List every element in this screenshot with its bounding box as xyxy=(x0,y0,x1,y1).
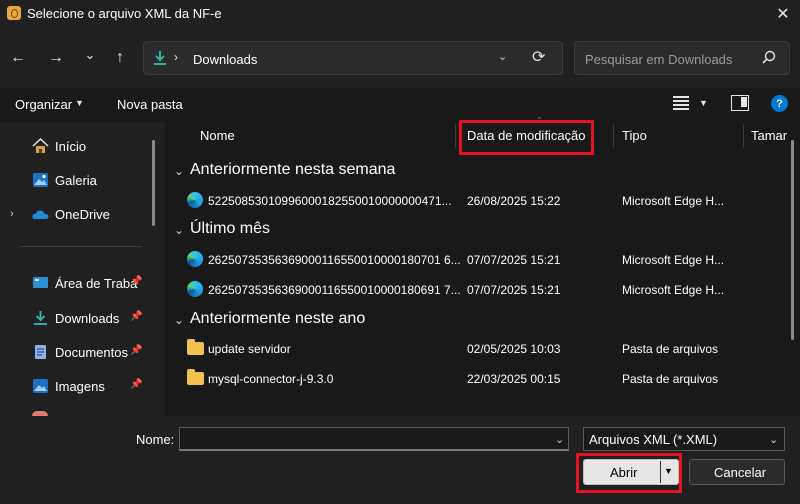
file-list-scrollbar[interactable] xyxy=(791,140,794,340)
file-type: Pasta de arquivos xyxy=(622,342,719,356)
images-icon xyxy=(33,379,48,393)
breadcrumb-chevron-icon: › xyxy=(174,50,178,64)
column-header-size[interactable]: Tamar xyxy=(751,128,787,143)
file-type: Pasta de arquivos xyxy=(622,372,719,386)
sidebar-item-galeria[interactable]: Galeria xyxy=(0,166,150,194)
sidebar-item-label: Início xyxy=(55,139,87,154)
sidebar-item-label: Downloads xyxy=(55,311,120,326)
file-name-input[interactable] xyxy=(179,427,569,451)
edge-icon xyxy=(187,251,203,267)
column-header-type[interactable]: Tipo xyxy=(622,128,647,143)
address-dropdown-icon[interactable]: ⌄ xyxy=(498,50,507,63)
sidebar-divider xyxy=(20,246,142,247)
sidebar-item-downloads[interactable]: Downloads 📌 xyxy=(0,304,150,332)
new-folder-button[interactable]: Nova pasta xyxy=(117,97,183,112)
caret-down-icon[interactable]: ▼ xyxy=(75,98,84,108)
file-date: 02/05/2025 10:03 xyxy=(467,342,561,356)
sidebar-item-label: Documentos xyxy=(55,345,128,360)
search-icon[interactable] xyxy=(762,50,776,64)
file-type: Microsoft Edge H... xyxy=(622,253,725,267)
sidebar-item-label: Imagens xyxy=(55,379,105,394)
file-name: 26250735356369000116550010000180701 6... xyxy=(208,253,461,267)
highlight-box-date-column xyxy=(459,120,594,155)
edge-icon xyxy=(187,192,203,208)
group-header[interactable]: Último mês xyxy=(190,220,270,238)
desktop-icon xyxy=(33,277,48,288)
collapse-chevron-icon[interactable]: ⌄ xyxy=(174,313,184,327)
table-row[interactable]: 26250735356369000116550010000180691 7...… xyxy=(165,275,790,303)
file-date: 07/07/2025 15:21 xyxy=(467,253,561,267)
edge-icon xyxy=(187,281,203,297)
file-name-label: Nome: xyxy=(136,432,175,447)
gallery-icon xyxy=(33,173,48,187)
search-placeholder: Pesquisar em Downloads xyxy=(585,52,733,67)
column-separator[interactable] xyxy=(613,124,614,148)
cloud-icon xyxy=(32,210,49,219)
sidebar-item-onedrive[interactable]: OneDrive xyxy=(0,200,150,228)
sidebar-item-label: Galeria xyxy=(55,173,97,188)
pin-icon[interactable]: 📌 xyxy=(130,345,142,356)
sidebar-item-desktop[interactable]: Área de Traba 📌 xyxy=(0,269,150,297)
sidebar-item-documentos[interactable]: Documentos 📌 xyxy=(0,338,150,366)
file-date: 07/07/2025 15:21 xyxy=(467,283,561,297)
organize-button[interactable]: Organizar xyxy=(15,97,72,112)
highlight-box-open-button xyxy=(576,453,682,493)
documents-icon xyxy=(35,345,46,359)
file-name: 52250853010996000182550010000000471... xyxy=(208,194,452,208)
group-header[interactable]: Anteriormente neste ano xyxy=(190,310,365,328)
breadcrumb-downloads[interactable]: Downloads xyxy=(193,52,257,67)
recent-locations-button[interactable]: ⌄ xyxy=(77,41,103,69)
chevron-down-icon[interactable]: ⌄ xyxy=(555,433,564,446)
file-type: Microsoft Edge H... xyxy=(622,194,725,208)
pin-icon[interactable]: 📌 xyxy=(130,311,142,322)
sidebar-item-imagens[interactable]: Imagens 📌 xyxy=(0,372,150,400)
file-date: 22/03/2025 00:15 xyxy=(467,372,561,386)
home-icon xyxy=(32,138,49,153)
up-button[interactable]: ↑ xyxy=(107,44,133,72)
column-separator[interactable] xyxy=(455,124,456,148)
cancel-button-label[interactable]: Cancelar xyxy=(714,465,766,480)
sidebar-item-label: OneDrive xyxy=(55,207,110,222)
file-name: update servidor xyxy=(208,342,291,356)
file-type-selected: Arquivos XML (*.XML) xyxy=(589,432,718,447)
download-icon xyxy=(34,311,47,325)
preview-pane-icon[interactable] xyxy=(731,95,749,111)
folder-icon xyxy=(187,339,204,355)
forward-button[interactable]: → xyxy=(43,44,69,72)
column-header-name[interactable]: Nome xyxy=(200,128,235,143)
app-icon xyxy=(7,6,21,20)
back-button[interactable]: ← xyxy=(5,44,31,72)
file-date: 26/08/2025 15:22 xyxy=(467,194,561,208)
refresh-icon[interactable]: ⟳ xyxy=(532,47,545,67)
help-icon[interactable]: ? xyxy=(771,95,788,112)
window-title: Selecione o arquivo XML da NF-e xyxy=(27,6,222,21)
sidebar-scrollbar[interactable] xyxy=(152,140,155,226)
file-type: Microsoft Edge H... xyxy=(622,283,725,297)
view-caret-icon[interactable]: ▼ xyxy=(699,98,708,108)
pin-icon[interactable]: 📌 xyxy=(130,276,142,287)
file-name: 26250735356369000116550010000180691 7... xyxy=(208,283,461,297)
table-row[interactable]: 52250853010996000182550010000000471... 2… xyxy=(165,186,790,214)
table-row[interactable]: 26250735356369000116550010000180701 6...… xyxy=(165,245,790,273)
table-row[interactable]: update servidor 02/05/2025 10:03 Pasta d… xyxy=(165,334,790,362)
file-name: mysql-connector-j-9.3.0 xyxy=(208,372,334,386)
sidebar-item-label: Área de Traba xyxy=(55,276,138,291)
table-row[interactable]: mysql-connector-j-9.3.0 22/03/2025 00:15… xyxy=(165,364,790,392)
chevron-down-icon[interactable]: ⌄ xyxy=(769,433,778,446)
view-options-icon[interactable] xyxy=(673,96,689,110)
group-header[interactable]: Anteriormente nesta semana xyxy=(190,161,395,179)
collapse-chevron-icon[interactable]: ⌄ xyxy=(174,164,184,178)
download-icon xyxy=(154,51,166,65)
column-separator[interactable] xyxy=(743,124,744,148)
folder-icon xyxy=(187,369,204,385)
sidebar-item-inicio[interactable]: Início xyxy=(0,132,150,160)
collapse-chevron-icon[interactable]: ⌄ xyxy=(174,223,184,237)
close-button[interactable]: ✕ xyxy=(770,2,796,26)
pin-icon[interactable]: 📌 xyxy=(130,379,142,390)
